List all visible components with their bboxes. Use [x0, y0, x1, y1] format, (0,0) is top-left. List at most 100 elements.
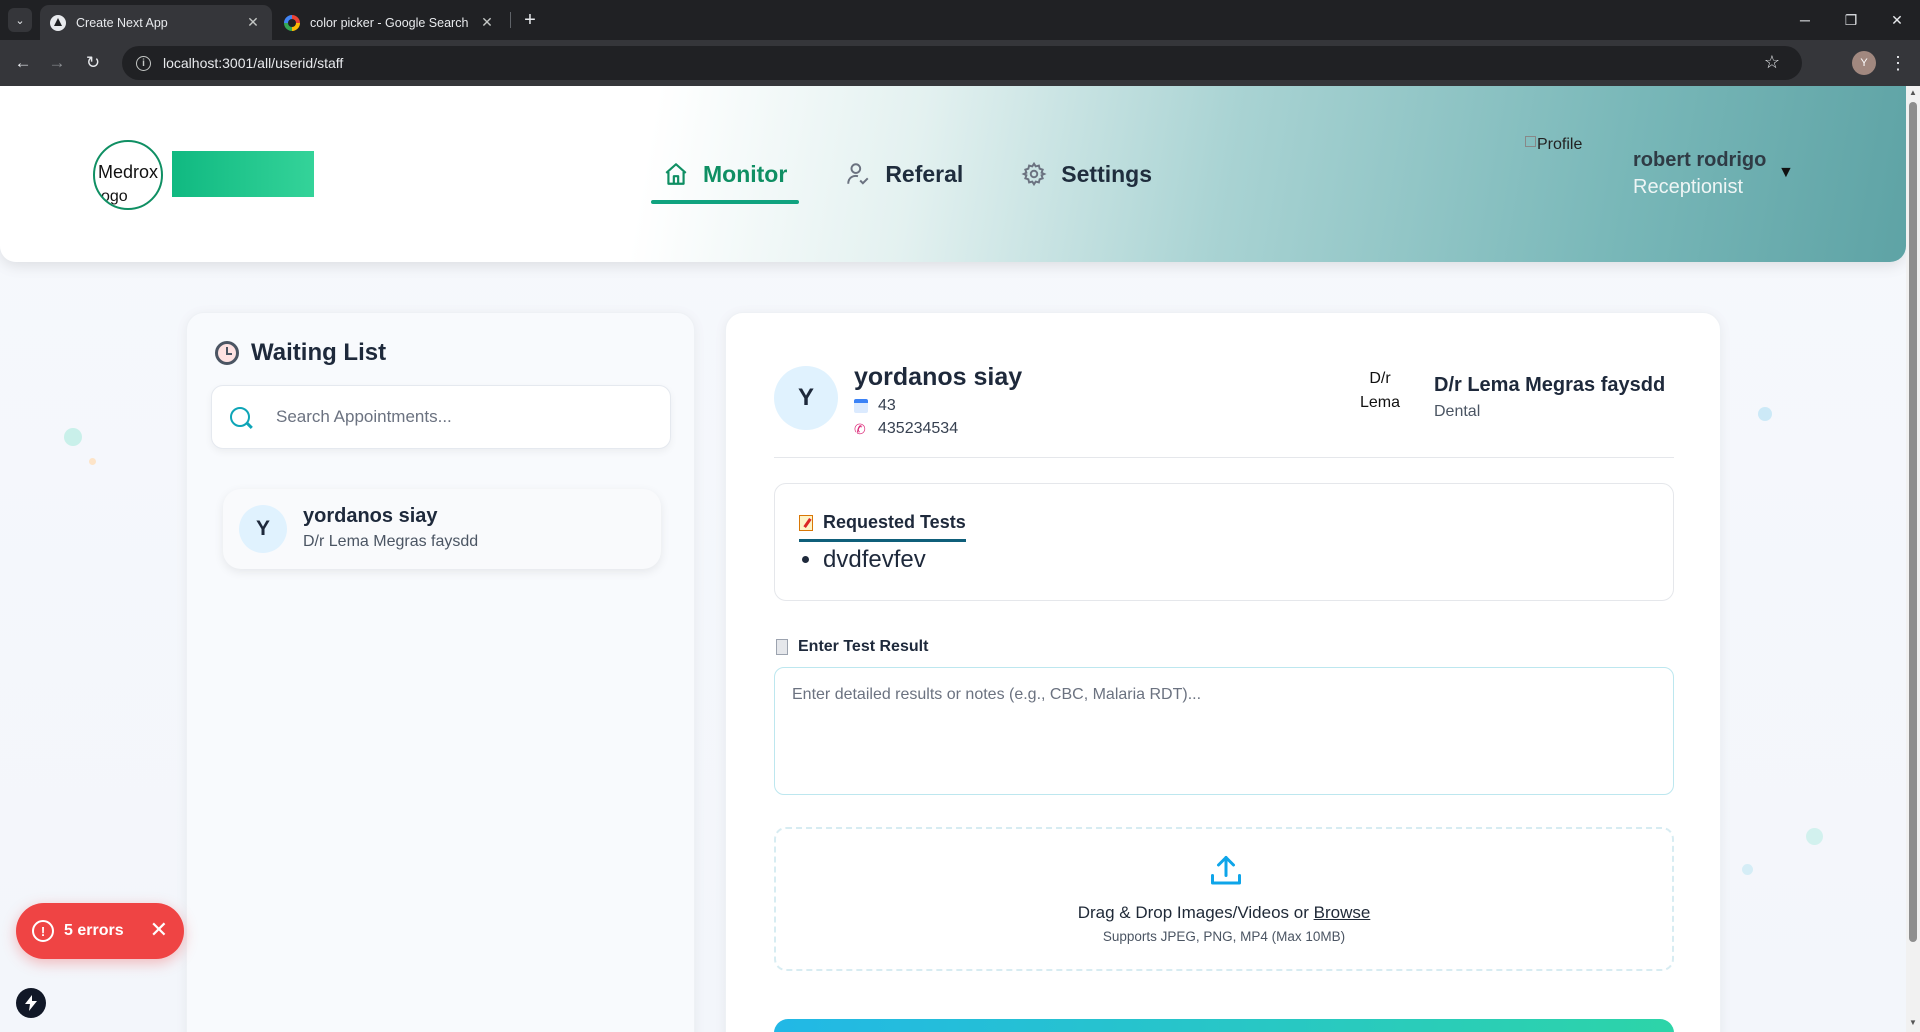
- browser-tab-bar: ⌄ Create Next App ✕ color picker - Googl…: [0, 0, 1920, 40]
- upload-icon: [1208, 853, 1244, 889]
- reload-icon[interactable]: ↻: [80, 50, 106, 76]
- profile-name[interactable]: robert rodrigo: [1633, 149, 1766, 172]
- patient-detail-panel: Y yordanos siay 43 ✆ 435234534 D/r Lema …: [725, 312, 1721, 1032]
- profile-image[interactable]: Profile: [1525, 136, 1582, 154]
- file-dropzone[interactable]: Drag & Drop Images/Videos or Browse Supp…: [774, 827, 1674, 971]
- enter-test-result-text: Enter Test Result: [798, 638, 929, 655]
- app-header: Medrox ogo Monitor Referal Settings Prof…: [0, 86, 1906, 262]
- browser-menu-icon[interactable]: ⋮: [1888, 50, 1908, 76]
- nav-monitor[interactable]: Monitor: [651, 152, 800, 204]
- dropzone-instruction: Drag & Drop Images/Videos or: [1077, 903, 1314, 922]
- scrollbar-thumb[interactable]: [1909, 102, 1917, 942]
- patient-phone: ✆ 435234534: [854, 420, 958, 438]
- scroll-down-arrow-icon[interactable]: ▼: [1909, 1018, 1917, 1027]
- search-input[interactable]: [276, 407, 636, 427]
- restore-button[interactable]: ❐: [1826, 0, 1876, 40]
- waiting-list-heading: Waiting List: [251, 339, 387, 366]
- browser-tab-active[interactable]: Create Next App ✕: [40, 5, 272, 40]
- patient-age-value: 43: [878, 397, 896, 414]
- nav-label: Monitor: [703, 160, 788, 187]
- browser-toolbar: ← → ↻ i localhost:3001/all/userid/staff …: [0, 40, 1920, 86]
- nav-settings[interactable]: Settings: [1009, 152, 1164, 196]
- address-bar[interactable]: i localhost:3001/all/userid/staff ☆: [122, 46, 1802, 80]
- patient-age: 43: [854, 397, 896, 415]
- doctor-image-alt: D/r Lema Megra: [1357, 370, 1402, 421]
- window-close-button[interactable]: ✕: [1872, 0, 1920, 40]
- errors-count: 5 errors: [64, 922, 124, 939]
- gear-icon: [1021, 161, 1047, 187]
- tab-title: color picker - Google Search: [310, 15, 469, 30]
- search-box[interactable]: [211, 385, 671, 449]
- url-text[interactable]: localhost:3001/all/userid/staff: [163, 55, 343, 71]
- requested-tests-box: Requested Tests dvdfevfev: [774, 483, 1674, 601]
- requested-tests-title: Requested Tests: [799, 512, 966, 542]
- new-tab-button[interactable]: +: [518, 6, 542, 34]
- profile-image-alt: Profile: [1537, 136, 1583, 153]
- nav-label: Referal: [885, 160, 964, 187]
- decor-dot: [89, 458, 96, 465]
- site-info-icon[interactable]: i: [136, 55, 151, 71]
- nav-referal[interactable]: Referal: [833, 152, 975, 196]
- nextjs-favicon-icon: [50, 14, 66, 31]
- bookmark-star-icon[interactable]: ☆: [1764, 52, 1780, 73]
- nav-label: Settings: [1061, 160, 1153, 187]
- broken-image-icon: [1525, 136, 1536, 147]
- home-icon: [663, 161, 689, 187]
- nextjs-dev-indicator-icon[interactable]: [16, 988, 46, 1018]
- main-nav: Monitor Referal Settings: [651, 152, 1198, 204]
- waiting-list-panel: Waiting List Y yordanos siay D/r Lema Me…: [186, 312, 695, 1032]
- patient-avatar: Y: [239, 505, 287, 553]
- memo-icon: [799, 514, 813, 531]
- dev-errors-badge[interactable]: ! 5 errors ✕: [16, 903, 184, 959]
- calendar-icon: [854, 399, 868, 413]
- tab-title: Create Next App: [76, 15, 168, 30]
- alert-icon: !: [32, 920, 54, 942]
- browser-tab[interactable]: color picker - Google Search ✕: [274, 5, 506, 40]
- tab-search-button[interactable]: ⌄: [8, 8, 32, 32]
- decor-dot: [64, 428, 82, 446]
- page-viewport: Medrox ogo Monitor Referal Settings Prof…: [0, 86, 1906, 1032]
- tab-close-icon[interactable]: ✕: [244, 14, 262, 31]
- requested-tests-list: dvdfevfev: [823, 546, 926, 574]
- scroll-up-arrow-icon[interactable]: ▲: [1909, 88, 1917, 97]
- tab-close-icon[interactable]: ✕: [478, 14, 496, 31]
- patient-name: yordanos siay: [854, 363, 1023, 391]
- profile-dropdown-caret-icon[interactable]: ▼: [1778, 164, 1794, 182]
- tab-separator: [510, 12, 511, 28]
- patient-avatar-large: Y: [774, 366, 838, 430]
- brand-bar: [172, 151, 314, 197]
- waiting-list-title: Waiting List: [215, 339, 386, 367]
- test-result-textarea[interactable]: [774, 667, 1674, 795]
- back-arrow-icon[interactable]: ←: [10, 50, 36, 76]
- profile-role: Receptionist: [1633, 176, 1744, 198]
- requested-tests-heading: Requested Tests: [823, 512, 966, 532]
- page-scrollbar[interactable]: ▲ ▼: [1906, 86, 1920, 1032]
- notepad-icon: [776, 639, 788, 655]
- minimize-button[interactable]: ─: [1780, 0, 1830, 40]
- appointment-doctor: D/r Lema Megras faysdd: [303, 533, 479, 550]
- decor-dot: [1742, 864, 1753, 875]
- appointment-card[interactable]: Y yordanos siay D/r Lema Megras faysdd: [223, 489, 661, 569]
- doctor-name: D/r Lema Megras faysdd: [1434, 374, 1666, 396]
- google-favicon-icon: [284, 14, 300, 31]
- browse-link[interactable]: Browse: [1314, 903, 1371, 922]
- divider: [774, 457, 1674, 458]
- doctor-department: Dental: [1434, 403, 1481, 420]
- appointment-patient-name: yordanos siay: [303, 505, 438, 527]
- user-check-icon: [845, 161, 871, 187]
- submit-button[interactable]: [774, 1019, 1674, 1032]
- forward-arrow-icon[interactable]: →: [44, 50, 70, 76]
- browser-profile-avatar[interactable]: Y: [1852, 51, 1876, 75]
- doctor-image: D/r Lema Megra: [1352, 367, 1408, 421]
- dropzone-text: Drag & Drop Images/Videos or Browse: [776, 903, 1672, 923]
- decor-dot: [1758, 407, 1772, 421]
- decor-dot: [1806, 828, 1823, 845]
- enter-test-result-label: Enter Test Result: [776, 638, 928, 656]
- phone-icon: ✆: [854, 421, 866, 437]
- search-icon: [230, 407, 250, 427]
- patient-phone-value: 435234534: [878, 420, 959, 437]
- logo-image[interactable]: Medrox ogo: [93, 140, 163, 210]
- close-icon[interactable]: ✕: [150, 917, 168, 943]
- logo-alt-text: Medrox: [97, 162, 159, 182]
- list-item: dvdfevfev: [823, 546, 926, 574]
